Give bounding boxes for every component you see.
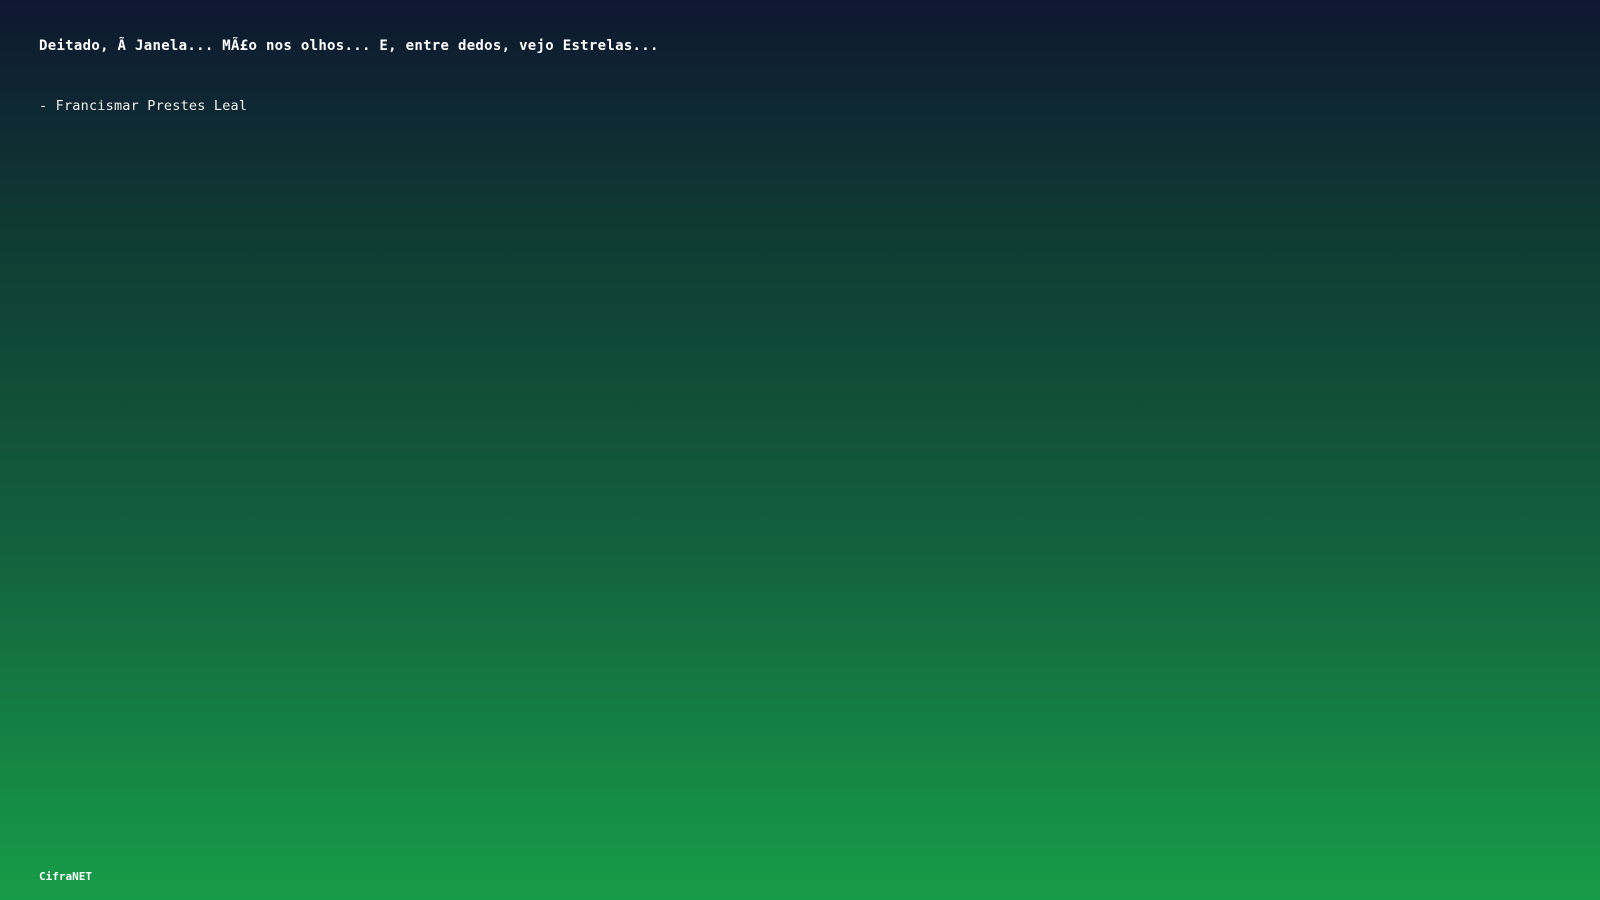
brand-logo-text: CifraNET: [39, 870, 92, 883]
quote-text: Deitado, Ã Janela... MÃ£o nos olhos... E…: [39, 38, 659, 54]
quote-author: - Francismar Prestes Leal: [39, 98, 248, 114]
